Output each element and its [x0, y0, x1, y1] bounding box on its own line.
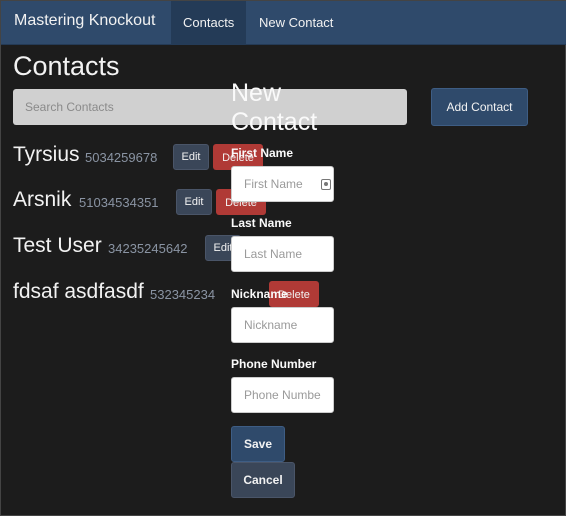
- first-name-input[interactable]: [231, 166, 334, 202]
- contact-name: fdsaf asdfasdf: [13, 280, 144, 303]
- nav-new-contact[interactable]: New Contact: [247, 1, 345, 45]
- nickname-label: Nickname: [231, 287, 288, 301]
- edit-button[interactable]: Edit: [173, 144, 209, 170]
- contact-card-icon: [321, 179, 331, 190]
- contact-phone: 51034534351: [79, 195, 159, 210]
- cancel-button[interactable]: Cancel: [231, 462, 295, 498]
- new-contact-title: New Contact: [231, 79, 318, 136]
- contact-name: Tyrsius: [13, 143, 80, 166]
- last-name-input[interactable]: [231, 236, 334, 272]
- brand-link[interactable]: Mastering Knockout: [14, 12, 155, 30]
- save-button[interactable]: Save: [231, 426, 285, 462]
- phone-number-input[interactable]: [231, 377, 334, 413]
- contact-phone: 5034259678: [85, 150, 158, 165]
- add-contact-button[interactable]: Add Contact: [431, 88, 528, 126]
- phone-number-label: Phone Number: [231, 357, 317, 371]
- contact-name: Test User: [13, 234, 102, 257]
- contact-phone: 532345234: [150, 287, 216, 302]
- page-title: Contacts: [13, 51, 120, 81]
- edit-button[interactable]: Edit: [176, 189, 212, 215]
- nav-contacts[interactable]: Contacts: [171, 1, 247, 45]
- contact-phone: 34235245642: [108, 241, 188, 256]
- nickname-input[interactable]: [231, 307, 334, 343]
- first-name-label: First Name: [231, 146, 294, 160]
- navbar: Mastering Knockout Contacts New Contact: [1, 1, 566, 45]
- last-name-label: Last Name: [231, 216, 292, 230]
- contact-name: Arsnik: [13, 188, 72, 211]
